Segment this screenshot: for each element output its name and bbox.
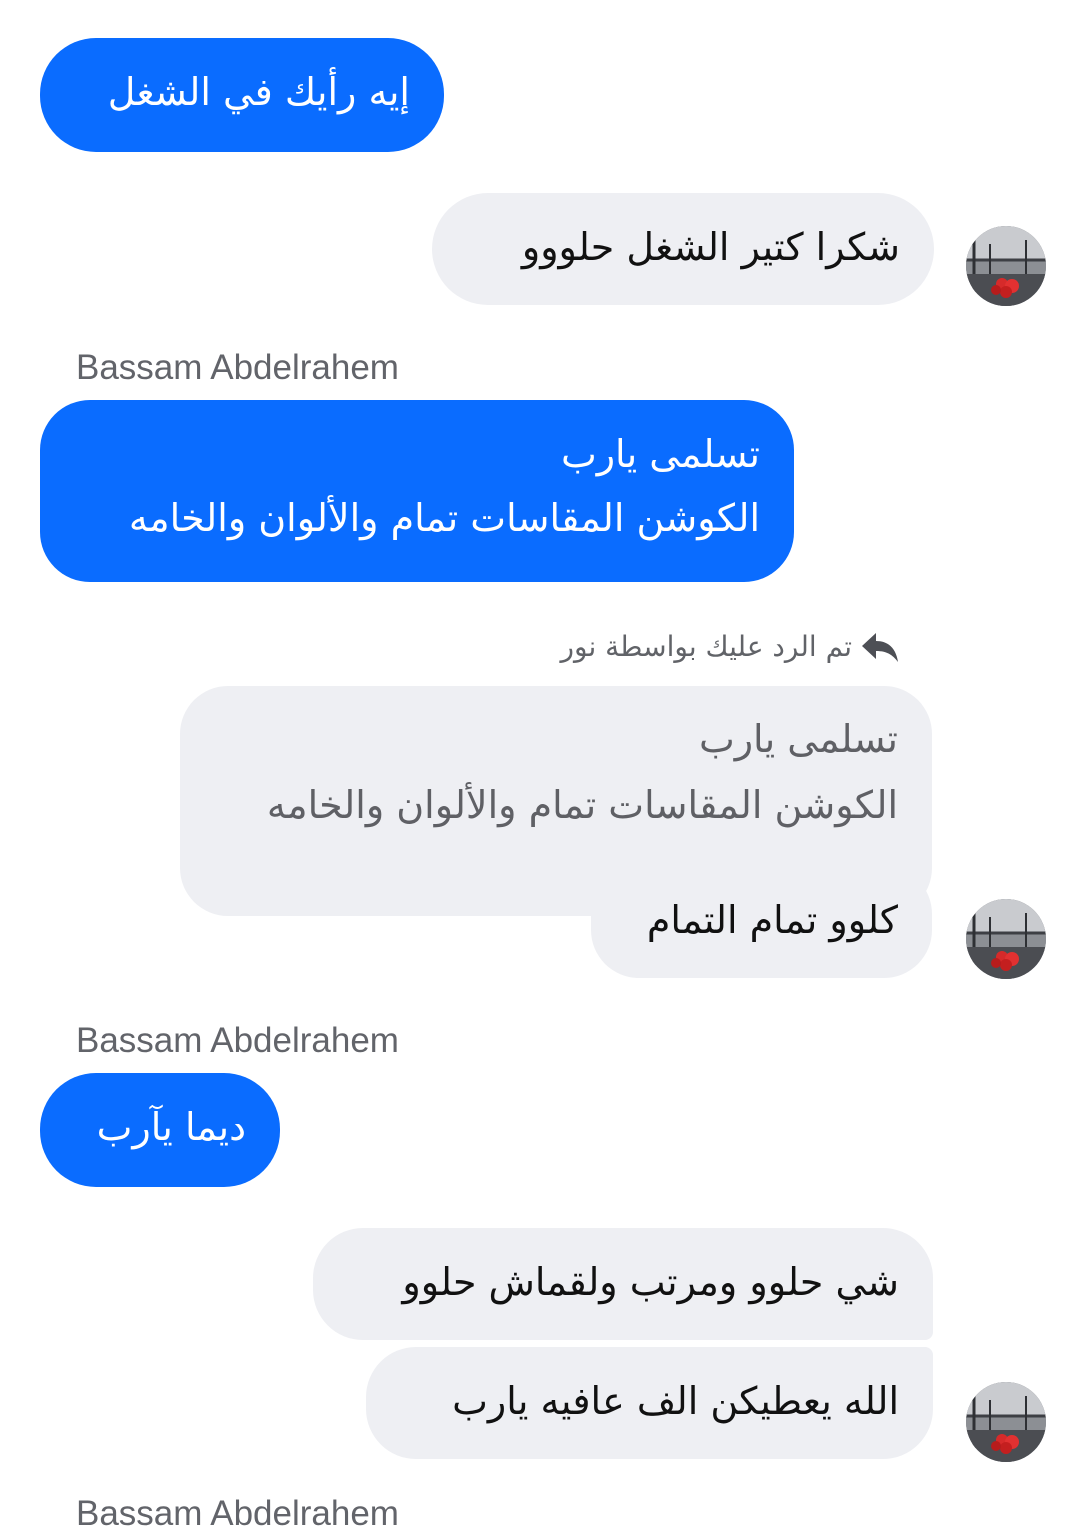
sent-message-bubble[interactable]: إيه رأيك في الشغل [40, 38, 444, 152]
received-message-bubble[interactable]: شي حلوو ومرتب ولقماش حلوو [313, 1228, 933, 1340]
quoted-line: الكوشن المقاسات تمام والألوان والخامه [266, 783, 898, 827]
avatar-image [966, 1382, 1046, 1462]
message-line: الكوشن المقاسات تمام والألوان والخامه [128, 496, 760, 540]
sent-message-bubble[interactable]: ديما يآرب [40, 1073, 280, 1187]
sender-name: Bassam Abdelrahem [76, 1494, 399, 1533]
avatar-image [966, 899, 1046, 979]
reply-note-text: تم الرد عليك بواسطة نور [560, 630, 852, 663]
contact-avatar[interactable] [966, 899, 1046, 979]
message-text: شكرا كتير الشغل حلووو [521, 225, 900, 269]
reply-context-label: تم الرد عليك بواسطة نور [560, 625, 900, 669]
message-text: إيه رأيك في الشغل [107, 70, 410, 114]
message-text: كلوو تمام التمام [646, 898, 898, 942]
message-text: ديما يآرب [96, 1105, 246, 1149]
message-line: تسلمى يارب [560, 432, 760, 476]
contact-avatar[interactable] [966, 226, 1046, 306]
quoted-line: تسلمى يارب [698, 717, 898, 761]
avatar-image [966, 226, 1046, 306]
sent-message-bubble[interactable]: تسلمى يارب الكوشن المقاسات تمام والألوان… [40, 400, 794, 582]
message-text: الله يعطيكن الف عافيه يارب [452, 1379, 899, 1423]
received-message-bubble[interactable]: الله يعطيكن الف عافيه يارب [366, 1347, 933, 1459]
received-message-bubble[interactable]: كلوو تمام التمام [591, 866, 932, 978]
sender-name: Bassam Abdelrahem [76, 1021, 399, 1060]
message-text: شي حلوو ومرتب ولقماش حلوو [402, 1260, 899, 1304]
contact-avatar[interactable] [966, 1382, 1046, 1462]
received-message-bubble[interactable]: شكرا كتير الشغل حلووو [432, 193, 934, 305]
sender-name: Bassam Abdelrahem [76, 348, 399, 387]
reply-arrow-icon [862, 633, 898, 662]
